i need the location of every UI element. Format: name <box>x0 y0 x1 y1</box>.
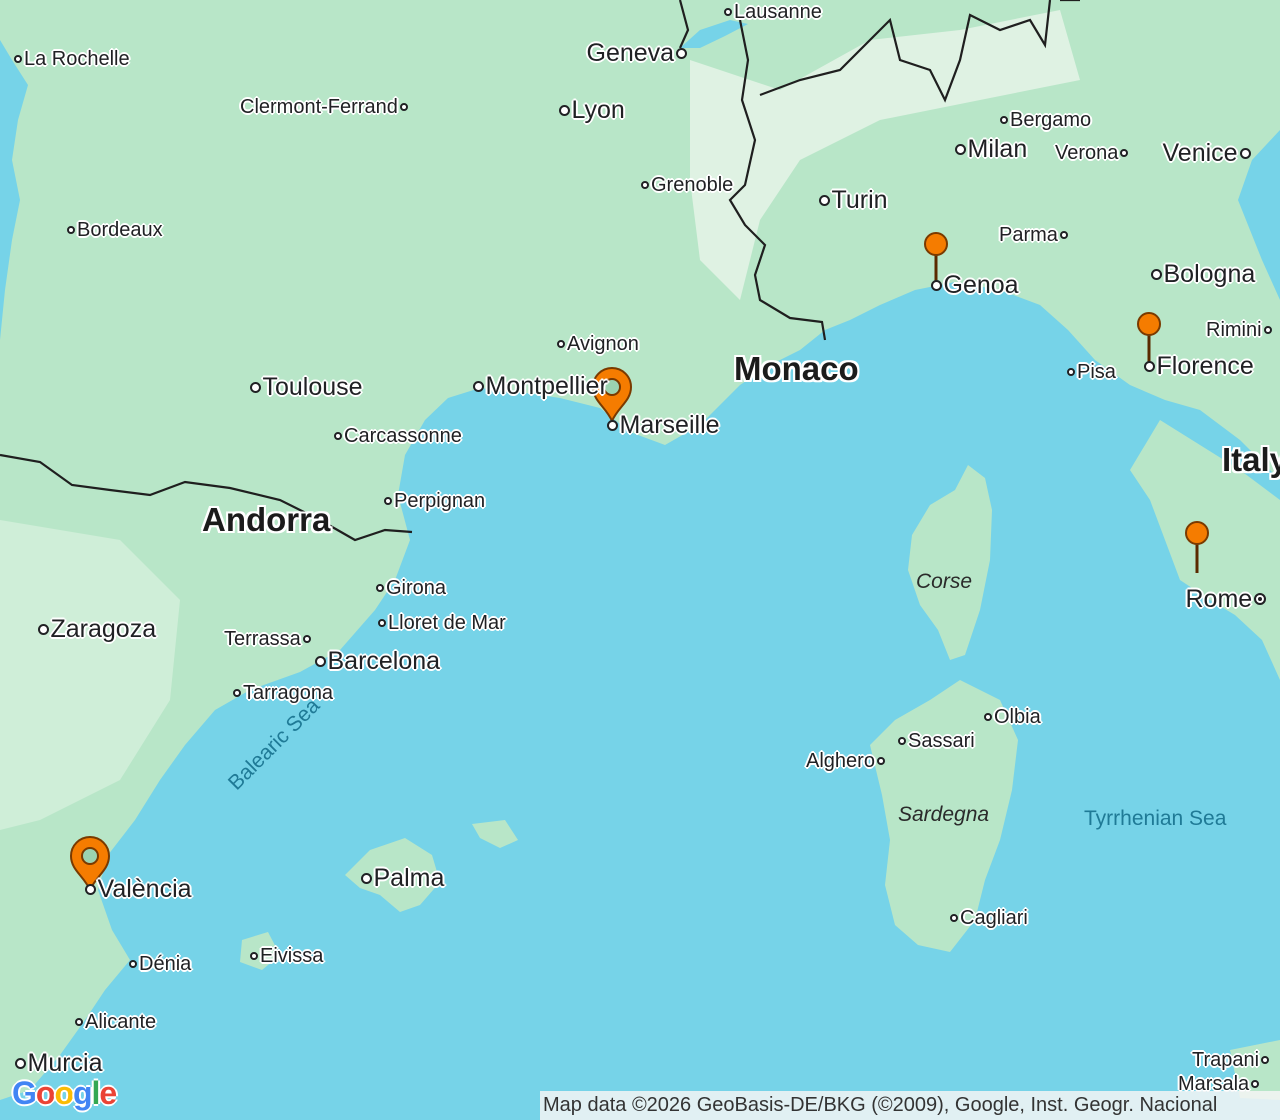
map-canvas[interactable] <box>0 0 1280 1120</box>
google-logo[interactable]: Google <box>12 1075 117 1111</box>
logo-letter: o <box>54 1075 74 1111</box>
logo-letter: e <box>99 1075 117 1111</box>
map-attribution[interactable]: Map data ©2026 GeoBasis-DE/BKG (©2009), … <box>540 1091 1280 1120</box>
logo-letter: o <box>35 1075 56 1111</box>
logo-letter: g <box>72 1075 93 1111</box>
logo-letter: G <box>12 1075 37 1111</box>
